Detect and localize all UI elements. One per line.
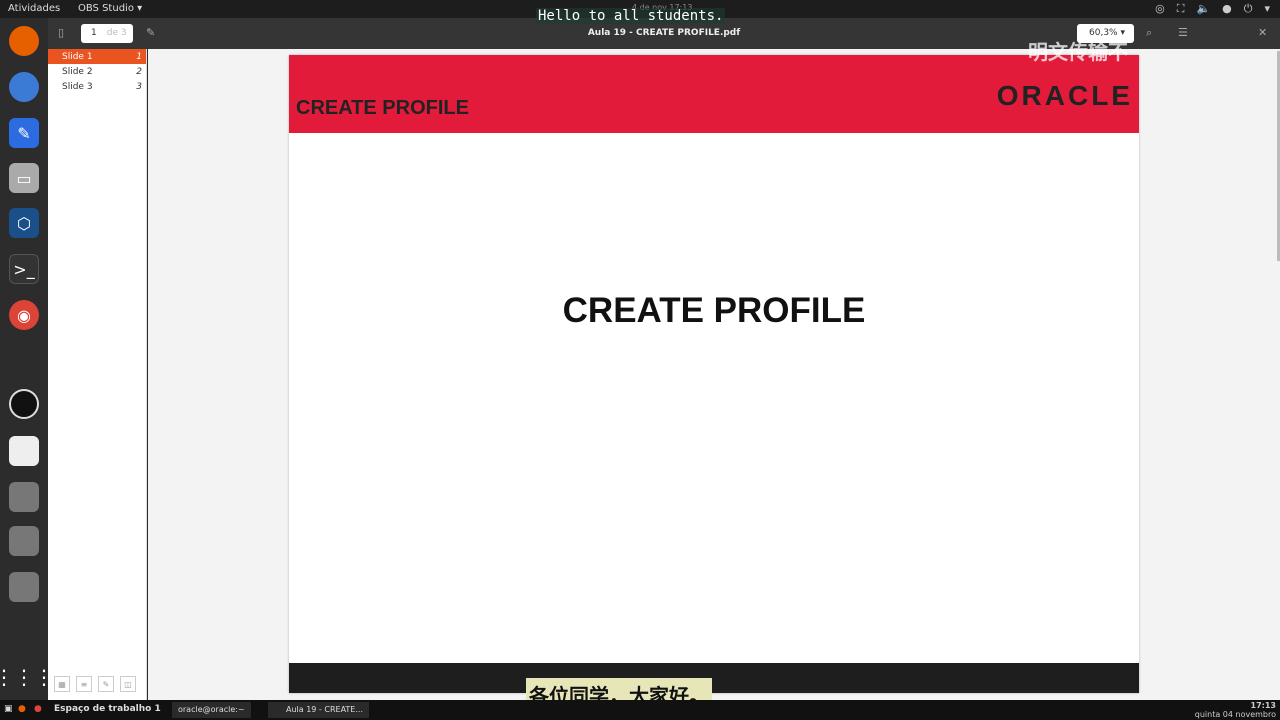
disk-icon[interactable] (9, 482, 39, 512)
app-menu[interactable]: OBS Studio ▾ (78, 3, 142, 14)
watermark: 明文传输不 (1028, 40, 1128, 64)
thunderbird-icon[interactable] (9, 72, 39, 102)
outline-icon[interactable]: ≡ (76, 676, 92, 692)
outline-label: Slide 2 (62, 67, 93, 77)
slide-header-title: CREATE PROFILE (296, 97, 469, 119)
disk-icon[interactable] (9, 572, 39, 602)
virtualbox-icon[interactable]: ⬡ (9, 208, 39, 238)
slide-outline: Slide 1 1 Slide 2 2 Slide 3 3 ▦ ≡ ✎ ◫ (48, 49, 147, 700)
slide-header: CREATE PROFILE ORACLE (289, 55, 1139, 133)
document-viewer-icon[interactable] (9, 436, 39, 466)
outline-page: 1 (136, 52, 142, 62)
text-editor-icon[interactable]: ✎ (9, 118, 39, 148)
power-icon: ⏻ (1243, 2, 1253, 15)
date: quinta 04 novembro (1194, 710, 1276, 719)
outline-page: 2 (136, 67, 142, 77)
outline-page: 3 (136, 82, 142, 92)
workspace-label[interactable]: Espaço de trabalho 1 (54, 704, 161, 714)
menu-icon[interactable]: ☰ (1178, 26, 1188, 39)
show-desktop-icon[interactable]: ▣ (4, 704, 13, 714)
network-icon: ⛶ (1176, 2, 1185, 15)
thumbnails-icon[interactable]: ▦ (54, 676, 70, 692)
volume-icon: 🔈 (1196, 2, 1211, 15)
firefox-icon[interactable]: ● (18, 704, 26, 714)
chrome-icon[interactable]: ● (34, 704, 42, 714)
subtitle-english: Hello to all students. (536, 8, 726, 24)
annotations-icon[interactable]: ✎ (98, 676, 114, 692)
system-tray[interactable]: ◎ ⛶ 🔈 ● ⏻ ▾ (1155, 2, 1270, 16)
oracle-logo: ORACLE (996, 80, 1133, 111)
outline-item[interactable]: Slide 3 3 (48, 79, 146, 94)
terminal-icon[interactable]: >_ (9, 254, 39, 284)
activities-button[interactable]: Atividades (8, 3, 60, 14)
bookmarks-icon[interactable]: ◫ (120, 676, 136, 692)
pdf-page: CREATE PROFILE ORACLE CREATE PROFILE (289, 55, 1139, 693)
obs-icon: ◎ (1155, 2, 1165, 15)
app-grid-icon[interactable]: ⋮⋮⋮ (0, 662, 54, 692)
slide-title: CREATE PROFILE (562, 291, 866, 330)
outline-label: Slide 1 (62, 52, 93, 62)
outline-item[interactable]: Slide 1 1 (48, 49, 146, 64)
time: 17:13 (1250, 701, 1276, 710)
taskbar: ▣ ● ● Espaço de trabalho 1 oracle@oracle… (0, 700, 1280, 720)
mic-icon: ● (1222, 2, 1232, 15)
slide-footer (289, 663, 1139, 693)
obs-icon[interactable] (9, 389, 39, 419)
chrome-icon[interactable]: ◉ (9, 300, 39, 330)
outline-label: Slide 3 (62, 82, 93, 92)
document-view[interactable]: CREATE PROFILE ORACLE CREATE PROFILE (148, 49, 1280, 700)
firefox-icon[interactable] (9, 26, 39, 56)
disk-icon[interactable] (9, 526, 39, 556)
taskbar-window-pdf[interactable]: Aula 19 - CREATE... (268, 702, 369, 718)
outline-item[interactable]: Slide 2 2 (48, 64, 146, 79)
close-icon[interactable]: ✕ (1258, 26, 1267, 39)
chevron-down-icon: ▾ (1264, 2, 1270, 15)
taskbar-window-terminal[interactable]: oracle@oracle:~ (172, 702, 251, 718)
files-icon[interactable]: ▭ (9, 163, 39, 193)
taskbar-clock: 17:13 quinta 04 novembro (1195, 701, 1276, 719)
search-icon[interactable]: ⌕ (1146, 26, 1152, 40)
dock: ✎ ▭ ⬡ >_ ◉ ⋮⋮⋮ (0, 18, 54, 700)
